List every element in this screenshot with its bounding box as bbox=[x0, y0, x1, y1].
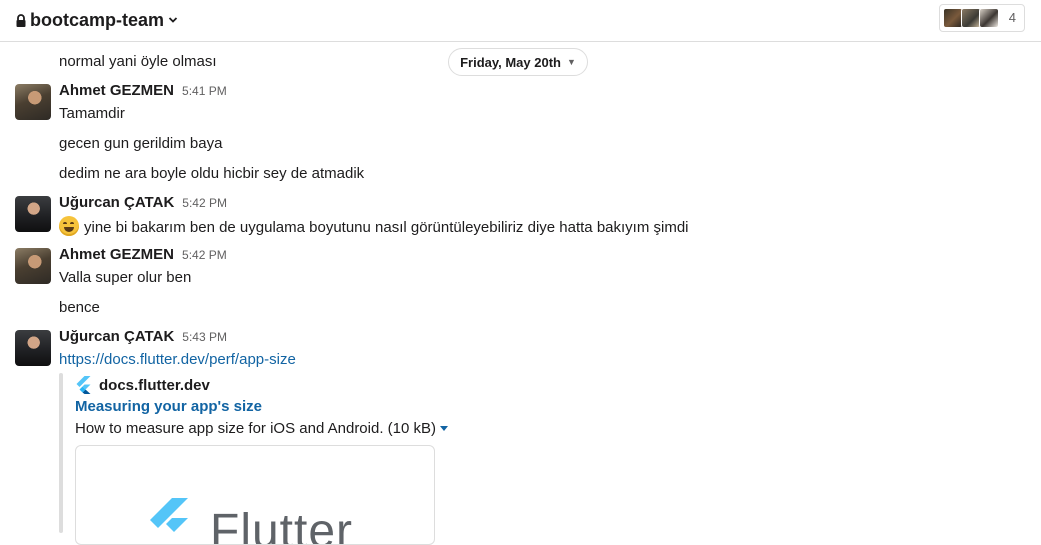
attachment-bar bbox=[59, 373, 63, 533]
channel-name: bootcamp-team bbox=[30, 9, 165, 30]
author-name[interactable]: Ahmet GEZMEN bbox=[59, 246, 174, 263]
member-avatar bbox=[961, 8, 981, 28]
message-text: gecen gun gerildim baya bbox=[59, 135, 223, 152]
attachment-title-link[interactable]: Measuring your app's size bbox=[75, 398, 262, 415]
attachment-description: How to measure app size for iOS and Andr… bbox=[75, 420, 437, 437]
flutter-logo-icon bbox=[150, 498, 188, 532]
message-text: normal yani öyle olması bbox=[59, 53, 217, 70]
member-count: 4 bbox=[1008, 10, 1016, 25]
member-list-button[interactable]: 4 bbox=[939, 4, 1025, 32]
message-text: bence bbox=[59, 299, 100, 316]
chevron-down-icon: ▼ bbox=[566, 57, 576, 67]
timestamp[interactable]: 5:43 PM bbox=[182, 330, 227, 344]
avatar[interactable] bbox=[15, 248, 51, 284]
message-link-row: https://docs.flutter.dev/perf/app-size bbox=[59, 350, 296, 370]
chevron-down-icon bbox=[168, 17, 178, 23]
message-header: Ahmet GEZMEN 5:42 PM bbox=[59, 246, 227, 263]
message-text: Tamamdir bbox=[59, 105, 125, 122]
message-link[interactable]: https://docs.flutter.dev/perf/app-size bbox=[59, 351, 296, 368]
smile-emoji-icon bbox=[59, 216, 79, 236]
date-divider-button[interactable]: Friday, May 20th ▼ bbox=[448, 48, 588, 76]
attachment-site: docs.flutter.dev bbox=[75, 376, 210, 394]
message-header: Uğurcan ÇATAK 5:43 PM bbox=[59, 328, 227, 345]
caret-down-icon[interactable] bbox=[440, 426, 449, 431]
message-header: Ahmet GEZMEN 5:41 PM bbox=[59, 82, 227, 99]
message-text: Valla super olur ben bbox=[59, 269, 192, 286]
message-text: dedim ne ara boyle oldu hicbir sey de at… bbox=[59, 165, 365, 182]
member-avatar bbox=[943, 8, 963, 28]
author-name[interactable]: Ahmet GEZMEN bbox=[59, 82, 174, 99]
date-label: Friday, May 20th bbox=[460, 54, 561, 70]
message-text-row: yine bi bakarım ben de uygulama boyutunu… bbox=[59, 216, 689, 238]
timestamp[interactable]: 5:42 PM bbox=[182, 248, 227, 262]
avatar[interactable] bbox=[15, 84, 51, 120]
channel-title-button[interactable]: bootcamp-team bbox=[16, 8, 178, 32]
lock-icon bbox=[16, 13, 26, 27]
avatar[interactable] bbox=[15, 330, 51, 366]
attachment-site-name: docs.flutter.dev bbox=[99, 376, 210, 394]
message-text: yine bi bakarım ben de uygulama boyutunu… bbox=[84, 219, 689, 236]
channel-header: bootcamp-team 4 bbox=[0, 0, 1041, 42]
member-avatar bbox=[979, 8, 999, 28]
avatar[interactable] bbox=[15, 196, 51, 232]
timestamp[interactable]: 5:41 PM bbox=[182, 84, 227, 98]
attachment-description-row: How to measure app size for iOS and Andr… bbox=[75, 420, 449, 437]
preview-wordmark: Flutter bbox=[210, 505, 354, 545]
message-header: Uğurcan ÇATAK 5:42 PM bbox=[59, 194, 227, 211]
author-name[interactable]: Uğurcan ÇATAK bbox=[59, 328, 174, 345]
author-name[interactable]: Uğurcan ÇATAK bbox=[59, 194, 174, 211]
timestamp[interactable]: 5:42 PM bbox=[182, 196, 227, 210]
flutter-icon bbox=[76, 376, 91, 394]
attachment-preview-image[interactable]: Flutter bbox=[75, 445, 435, 545]
